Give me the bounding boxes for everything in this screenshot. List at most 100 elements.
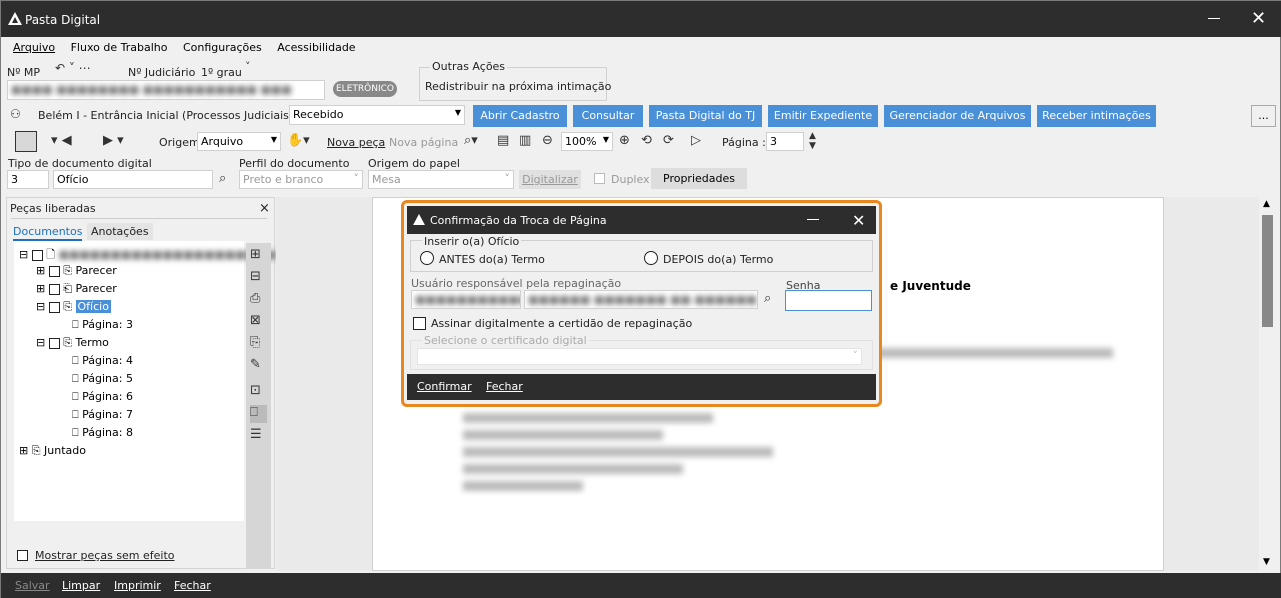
mostrar-checkbox[interactable] <box>17 550 28 561</box>
search-icon[interactable]: ⌕▾ <box>464 133 478 148</box>
zoom-in-icon[interactable]: ⊕ <box>619 133 630 148</box>
dialog-logo-icon <box>413 214 425 225</box>
menu-acessibilidade[interactable]: Acessibilidade <box>277 41 355 54</box>
chevron-down-icon[interactable]: ˅ <box>245 60 251 73</box>
menu-arquivo[interactable]: Arquivo <box>13 41 55 54</box>
signed-doc-icon[interactable]: ✎ <box>250 357 261 372</box>
receber-intimacoes-button[interactable]: Receber intimações <box>1037 105 1156 127</box>
depois-radio[interactable] <box>644 251 658 265</box>
tree-item-parecer-2[interactable]: ⊞ ⎗ Parecer <box>36 282 117 296</box>
tipo-search-icon[interactable]: ⌕ <box>219 171 226 186</box>
menu-bar: Arquivo Fluxo de Trabalho Configurações … <box>13 41 368 57</box>
duplex-label: Duplex <box>611 173 650 186</box>
tab-documentos[interactable]: Documentos <box>13 225 83 241</box>
consultar-button[interactable]: Consultar <box>573 105 643 127</box>
tab-anotacoes[interactable]: Anotações <box>87 223 153 240</box>
salvar-button[interactable]: Salvar <box>15 579 50 592</box>
copy-icon[interactable]: ⎘ <box>250 335 260 350</box>
tree-item-pagina-5[interactable]: ⎕ Página: 5 <box>72 372 133 386</box>
mp-label: Nº MP <box>7 66 41 79</box>
tree-item-pagina-8[interactable]: ⎕ Página: 8 <box>72 426 133 440</box>
merge-icon[interactable]: ⊟ <box>250 269 261 284</box>
tree-item-termo[interactable]: ⊟ ⎘ Termo <box>36 336 109 350</box>
antes-radio[interactable] <box>420 251 434 265</box>
search-doc-icon[interactable]: ⎙ <box>250 291 260 306</box>
dialog-close-button[interactable]: ✕ <box>852 211 865 230</box>
pasta-digital-tj-button[interactable]: Pasta Digital do TJ <box>649 105 762 127</box>
menu-fluxo[interactable]: Fluxo de Trabalho <box>71 41 168 54</box>
close-window-button[interactable]: ✕ <box>1251 10 1266 28</box>
inserir-label: Inserir o(a) Ofício <box>422 235 522 248</box>
dialog-minimize-button[interactable] <box>807 219 819 220</box>
pagina-label: Página : <box>722 136 766 149</box>
page-swap-icon[interactable]: ⎕ <box>250 405 267 423</box>
pagina-spinner-icon[interactable]: ▲ ▼ <box>809 131 816 151</box>
tree-root[interactable]: ⊟ 🗋 ■■■■■■■■■■■■■■■■■■■■■ <box>19 246 277 265</box>
vertical-scrollbar[interactable]: ▲ ▼ <box>1259 197 1276 571</box>
propriedades-button[interactable]: Propriedades <box>651 168 747 189</box>
dialog-fechar-button[interactable]: Fechar <box>486 380 523 393</box>
usuario-code-field[interactable]: ■■■■■■■■■■■ <box>411 290 521 309</box>
perfil-select[interactable]: Preto e branco ˅ <box>239 170 363 189</box>
tree-item-juntado[interactable]: ⊞ ⎘ Juntado <box>19 444 86 458</box>
imprimir-button[interactable]: Imprimir <box>114 579 161 592</box>
remove-doc-icon[interactable]: ⊠ <box>250 313 261 328</box>
insert-icon[interactable]: ⊡ <box>250 383 261 398</box>
degree-select[interactable]: 1º grau <box>201 66 242 79</box>
origem-papel-select[interactable]: Mesa ˅ <box>368 170 514 189</box>
prev-icon[interactable]: ▾ ◀ <box>51 133 72 148</box>
origem-select[interactable]: Arquivo ▼ <box>197 132 281 151</box>
zoom-select[interactable]: 100% ▼ <box>561 132 613 151</box>
app-logo-icon <box>8 12 22 25</box>
dialog-title: Confirmação da Troca de Página <box>430 214 607 227</box>
usuario-label: Usuário responsável pela repaginação <box>411 277 622 290</box>
nova-pagina-button[interactable]: Nova página <box>389 136 458 149</box>
undo-icon[interactable]: ↶ ˅ ⋯ <box>55 61 91 75</box>
hand-icon[interactable]: ✋▾ <box>287 133 310 148</box>
bottom-bar: Salvar Limpar Imprimir Fechar <box>1 573 1281 598</box>
gerenciador-arquivos-button[interactable]: Gerenciador de Arquivos <box>884 105 1031 127</box>
mp-number-field[interactable]: ■■■■ ■■■■■■■■ ■■■■■■■■■■■ ■■■ <box>7 80 325 100</box>
tree-item-pagina-7[interactable]: ⎕ Página: 7 <box>72 408 133 422</box>
users-icon: ⚇ <box>10 107 21 121</box>
list-icon[interactable]: ☰ <box>250 427 262 442</box>
tree-item-pagina-4[interactable]: ⎕ Página: 4 <box>72 354 133 368</box>
more-button[interactable]: ... <box>1251 105 1276 127</box>
senha-input[interactable] <box>785 290 872 311</box>
emitir-expediente-button[interactable]: Emitir Expediente <box>768 105 878 127</box>
tree-structure-icon[interactable]: ⊞ <box>250 247 261 262</box>
certificado-select[interactable]: ˅ <box>417 348 862 365</box>
panel-close-icon[interactable]: × <box>259 201 270 216</box>
confirmar-button[interactable]: Confirmar <box>417 380 472 393</box>
fila-select[interactable]: Recebido ▼ <box>289 105 465 125</box>
abrir-cadastro-button[interactable]: Abrir Cadastro <box>473 105 567 127</box>
next-icon[interactable]: ▶ ▾ <box>103 133 124 148</box>
fechar-button[interactable]: Fechar <box>174 579 211 592</box>
usuario-name-field[interactable]: ■■■■■■ ■■■■■■■ ■■ ■■■■■■ <box>524 290 758 309</box>
duplex-checkbox[interactable] <box>594 173 605 184</box>
tree-item-pagina-6[interactable]: ⎕ Página: 6 <box>72 390 133 404</box>
scrollbar-thumb[interactable] <box>1262 215 1273 327</box>
outras-acoes-value[interactable]: Redistribuir na próxima intimação <box>425 80 611 93</box>
rotate-right-icon[interactable]: ⟳ <box>663 133 674 148</box>
minimize-button[interactable] <box>1208 18 1220 19</box>
limpar-button[interactable]: Limpar <box>62 579 100 592</box>
digitalizar-button[interactable]: Digitalizar <box>519 170 581 189</box>
tipo-code-input[interactable]: 3 <box>7 170 49 189</box>
pagina-input[interactable]: 3 <box>766 132 804 151</box>
rotate-left-icon[interactable]: ⟲ <box>641 133 652 148</box>
usuario-search-icon[interactable]: ⌕ <box>764 291 771 306</box>
fit-width-icon[interactable]: ▥ <box>519 133 531 148</box>
assinar-checkbox[interactable] <box>413 317 426 330</box>
page-nav-icon[interactable]: ▷ <box>691 133 701 148</box>
tree-item-pagina-3[interactable]: ⎕ Página: 3 <box>72 318 133 332</box>
page-mode-button[interactable] <box>15 131 37 152</box>
tipo-value-input[interactable]: Ofício <box>53 170 213 189</box>
nova-peca-button[interactable]: Nova peça <box>327 136 385 149</box>
tree-item-parecer-1[interactable]: ⊞ ⎘ Parecer <box>36 264 117 278</box>
zoom-out-icon[interactable]: ⊖ <box>542 133 553 148</box>
menu-configuracoes[interactable]: Configurações <box>183 41 262 54</box>
fit-page-icon[interactable]: ▤ <box>497 133 509 148</box>
tree-item-oficio[interactable]: ⊟ ⎘ Ofício <box>36 300 111 314</box>
document-heading: e Juventude <box>890 279 971 293</box>
